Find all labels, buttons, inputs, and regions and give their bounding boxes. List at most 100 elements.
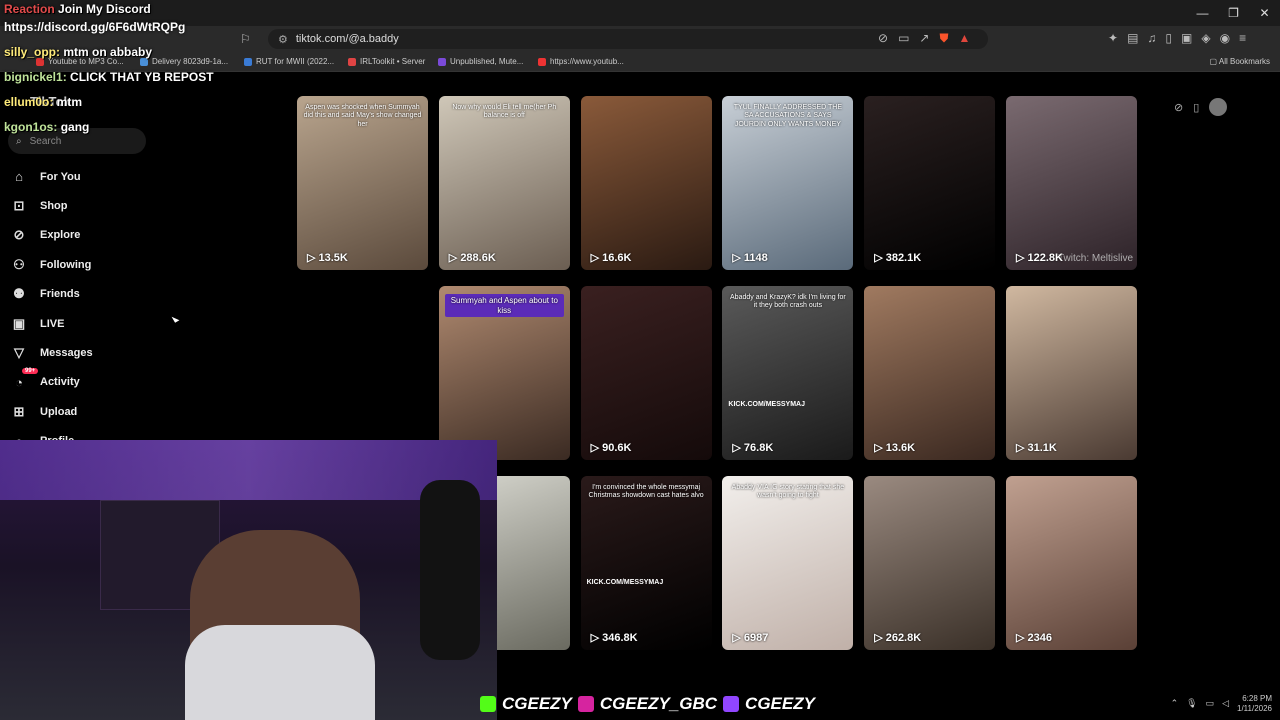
sidebar-item-activity[interactable]: 99+ ◔ Activity — [10, 367, 93, 397]
avatar[interactable] — [1209, 98, 1228, 116]
clock[interactable]: 6:28 PM 1/11/2026 — [1237, 694, 1272, 713]
view-count: ▷ 13.6K — [874, 441, 915, 454]
mic-icon[interactable]: 🎙 — [1186, 698, 1197, 709]
sidebar-item-friends[interactable]: ⚉ Friends — [10, 280, 93, 309]
bookmark-label: RUT for MWII (2022... — [256, 57, 335, 66]
bookmark-star-icon[interactable]: ⚐ — [240, 32, 251, 46]
view-count: ▷ 288.6K — [449, 251, 496, 264]
sidebar-item-explore[interactable]: ⊘ Explore — [10, 221, 93, 250]
view-count: ▷ 13.5K — [307, 251, 348, 264]
discord-banner: Reaction Join My Discord — [4, 2, 151, 16]
view-count: ▷ 16.6K — [591, 251, 632, 264]
video-thumbnail[interactable]: I'm convinced the whole messymaj Christm… — [580, 476, 712, 650]
tray-chevron-icon[interactable]: ⌃ — [1171, 698, 1179, 709]
sidebar-item-live[interactable]: ▣ LIVE — [10, 309, 93, 338]
kick-icon — [480, 696, 496, 712]
sidebar-item-label: Friends — [40, 288, 80, 301]
play-icon: ▷ — [590, 442, 603, 454]
video-thumbnail[interactable]: Abaddy and KrazyK? idk I'm living for it… — [722, 286, 854, 460]
upload-icon: ⊞ — [13, 403, 25, 419]
search-icon: ⌕ — [16, 135, 22, 147]
brave-shield-icon[interactable]: ⛊ — [939, 31, 948, 46]
bookmark-label: https://www.youtub... — [550, 57, 624, 66]
video-thumbnail[interactable]: Now why would Eli tell me(her Ph balance… — [438, 96, 570, 270]
sidebar-item-upload[interactable]: ⊞ Upload — [10, 397, 93, 426]
video-caption: Aspen was shocked when Summyah did this … — [303, 104, 422, 128]
wallet-icon[interactable]: ▣ — [1181, 31, 1192, 45]
chat-message: ellum0o: mtm — [4, 95, 82, 109]
chat-text: gang — [60, 120, 90, 134]
twitch-icon — [723, 696, 740, 712]
maximize-button[interactable]: ❐ — [1218, 0, 1249, 26]
browser-titlebar: — ❐ ✕ — [0, 0, 1280, 26]
site-settings-icon[interactable]: ⚙ — [278, 33, 288, 46]
view-count-value: 13.5K — [318, 252, 348, 264]
play-icon: ▷ — [590, 632, 603, 644]
banner-user: Reaction — [4, 2, 55, 16]
video-thumbnail[interactable]: TYUL FINALLY ADDRESSED THE SA ACCUSATION… — [722, 96, 854, 270]
reader-icon[interactable]: ▤ — [1127, 31, 1138, 45]
video-thumbnail[interactable]: ▷ 13.6K — [864, 286, 996, 460]
video-caption: Now why would Eli tell me(her Ph balance… — [452, 104, 557, 120]
video-thumbnail[interactable]: ▷ 16.6K — [580, 96, 712, 270]
sidebar-item-shop[interactable]: ⊡ Shop — [10, 191, 93, 220]
sidebar-icon[interactable]: ▯ — [1165, 31, 1172, 45]
profile-icon[interactable]: ◉ — [1220, 31, 1230, 45]
view-count: ▷ 1148 — [732, 251, 767, 264]
play-icon: ▷ — [732, 252, 744, 264]
play-icon: ▷ — [307, 252, 319, 264]
video-thumbnail[interactable] — [297, 286, 428, 460]
video-thumbnail[interactable]: ▷ 31.1K — [1006, 286, 1137, 460]
music-icon[interactable]: ♫ — [1147, 31, 1156, 45]
extensions-icon[interactable]: ✦ — [1108, 31, 1118, 45]
video-thumbnail[interactable]: ▷ 90.6K — [580, 286, 712, 460]
rewards-icon[interactable]: ▲ — [958, 31, 970, 46]
video-thumbnail[interactable]: ▷ 382.1K — [864, 96, 996, 270]
discord-link: https://discord.gg/6F6dWtRQPg — [4, 20, 186, 34]
network-icon[interactable]: ▭ — [1206, 698, 1215, 709]
video-thumbnail[interactable]: Abaddy VIA IG story stating that she was… — [722, 476, 854, 650]
all-bookmarks-label: All Bookmarks — [1218, 57, 1270, 66]
play-icon: ▷ — [732, 442, 744, 454]
sidebar-item-following[interactable]: ⚇ Following — [10, 250, 93, 279]
shop-icon: ⊡ — [13, 198, 25, 214]
share-icon[interactable]: ↗ — [919, 31, 929, 46]
video-thumbnail[interactable]: Summyah and Aspen about to kiss — [438, 286, 570, 460]
video-thumbnail[interactable]: ▷ 2346 — [1006, 476, 1137, 650]
vpn-icon[interactable]: ◈ — [1201, 31, 1210, 45]
video-thumbnail[interactable]: ▷ 262.8K — [864, 476, 996, 650]
bookmark-item[interactable]: Delivery 8023d9-1a... — [140, 57, 228, 66]
bookmark-item[interactable]: Unpublished, Mute... — [438, 57, 523, 66]
video-thumbnail[interactable]: Twitch: Meltislive ▷ 122.8K — [1006, 96, 1137, 270]
minimize-button[interactable]: — — [1187, 0, 1218, 26]
video-thumbnail[interactable]: Aspen was shocked when Summyah did this … — [297, 96, 428, 270]
view-count-value: 346.8K — [602, 632, 638, 644]
all-bookmarks-button[interactable]: ▢ All Bookmarks — [1210, 57, 1270, 66]
chat-user: bignickel1: — [4, 70, 67, 84]
bookmark-item[interactable]: RUT for MWII (2022... — [244, 57, 334, 66]
view-count: ▷ 76.8K — [732, 441, 773, 454]
extension-icons: ✦ ▤ ♫ ▯ ▣ ◈ ◉ ≡ — [1108, 31, 1246, 45]
sidebar-item-for-you[interactable]: ⌂ For You — [10, 162, 93, 191]
messages-icon: ▽ — [14, 345, 24, 361]
view-count: ▷ 122.8K — [1016, 251, 1063, 264]
no-camera-icon[interactable]: ⊘ — [878, 31, 888, 46]
volume-icon[interactable]: ◁ — [1222, 698, 1229, 709]
view-count-value: 288.6K — [460, 252, 496, 264]
friends-icon: ⚉ — [13, 286, 25, 302]
bookmark-favicon — [438, 57, 446, 66]
bookmark-item[interactable]: https://www.youtub... — [538, 57, 624, 66]
view-count: ▷ 346.8K — [591, 631, 638, 644]
webcam-overlay — [0, 440, 497, 720]
close-button[interactable]: ✕ — [1249, 0, 1280, 26]
live-icon: ▣ — [12, 315, 26, 331]
bookmark-item[interactable]: IRLToolkit • Server — [348, 57, 425, 66]
view-count-value: 262.8K — [885, 632, 922, 644]
device-icon[interactable]: ▯ — [1193, 101, 1199, 114]
pip-icon[interactable]: ▭ — [898, 31, 909, 46]
coins-icon[interactable]: ⊘ — [1174, 101, 1183, 114]
menu-icon[interactable]: ≡ — [1239, 31, 1246, 45]
sidebar-item-messages[interactable]: ▽ Messages — [10, 338, 93, 367]
view-count-value: 16.6K — [602, 252, 632, 264]
address-bar-row: ⚐ ⚙ tiktok.com/@a.baddy ⊘ ▭ ↗ ⛊ ▲ ✦ ▤ ♫ … — [0, 26, 1280, 52]
